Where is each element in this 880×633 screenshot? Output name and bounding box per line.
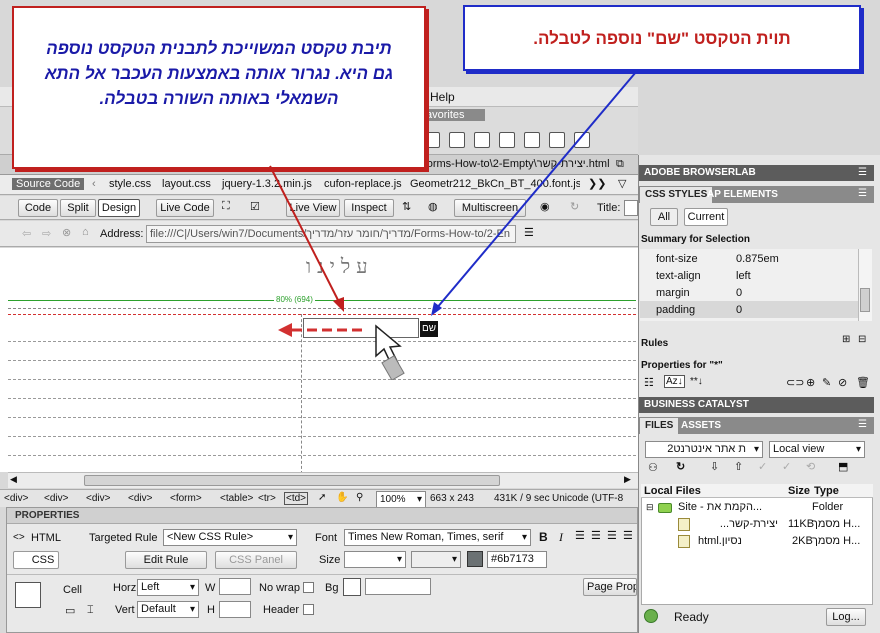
- callout-arrows: [269, 71, 637, 316]
